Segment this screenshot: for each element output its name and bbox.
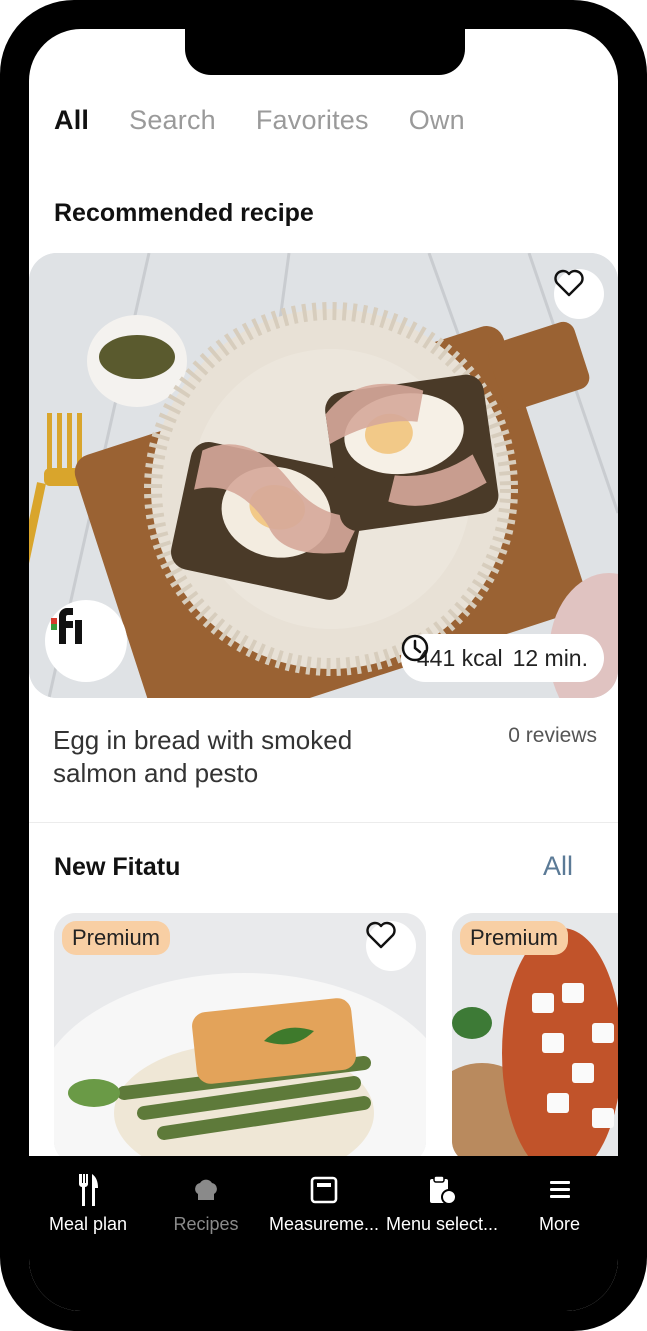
heart-icon — [554, 269, 584, 297]
tab-own[interactable]: Own — [409, 105, 465, 136]
recipe-card[interactable]: Premium — [54, 913, 426, 1163]
nav-meal-plan[interactable]: Meal plan — [29, 1174, 147, 1311]
premium-badge: Premium — [460, 921, 569, 955]
new-fitatu-title: New Fitatu — [54, 853, 181, 881]
recipe-card[interactable]: Premium — [452, 913, 618, 1163]
nav-label: Measureme... — [268, 1214, 380, 1234]
recipe-name[interactable]: Egg in bread with smoked salmon and pest… — [53, 724, 433, 790]
nav-measurements[interactable]: Measureme... — [265, 1174, 383, 1311]
clock-icon — [401, 634, 429, 662]
nav-label: Meal plan — [48, 1214, 128, 1234]
favorite-button[interactable] — [554, 269, 604, 319]
see-all-link[interactable]: All — [543, 851, 573, 882]
tab-favorites[interactable]: Favorites — [256, 105, 369, 136]
tab-search[interactable]: Search — [129, 105, 216, 136]
kcal-value: 441 kcal — [416, 644, 503, 671]
fitatu-logo-icon — [51, 608, 82, 644]
recipe-stats: 441 kcal 12 min. — [400, 634, 604, 682]
chef-hat-icon — [195, 1179, 217, 1200]
recipe-tabs: All Search Favorites Own — [54, 105, 505, 136]
nav-label: Recipes — [173, 1214, 239, 1234]
app-screen: All Search Favorites Own Recommended rec… — [29, 29, 618, 1311]
device-notch — [185, 29, 465, 75]
nav-more[interactable]: More — [501, 1174, 618, 1311]
scale-icon — [310, 1176, 338, 1204]
menu-icon — [549, 1181, 570, 1198]
reviews-count: 0 reviews — [508, 724, 597, 747]
section-divider — [29, 822, 618, 823]
time-value: 12 min. — [512, 644, 588, 671]
nav-menu-selection[interactable]: Menu select... — [383, 1174, 501, 1311]
favorite-button[interactable] — [366, 921, 416, 971]
fork-knife-icon — [79, 1174, 98, 1206]
heart-icon — [366, 921, 396, 949]
recommended-recipe-card[interactable]: fi 441 kcal 12 min. — [29, 253, 618, 698]
phone-frame: All Search Favorites Own Recommended rec… — [0, 0, 647, 1331]
recommended-section-title: Recommended recipe — [54, 199, 314, 227]
nav-label: Menu select... — [385, 1214, 499, 1234]
nav-label: More — [538, 1214, 580, 1234]
clipboard-apple-icon — [430, 1175, 456, 1205]
bottom-navigation: Meal plan Recipes Measureme... Menu sele… — [29, 1156, 618, 1311]
nav-recipes[interactable]: Recipes — [147, 1174, 265, 1311]
tab-all[interactable]: All — [54, 105, 89, 136]
premium-badge: Premium — [62, 921, 171, 955]
brand-badge: fi — [45, 600, 127, 682]
